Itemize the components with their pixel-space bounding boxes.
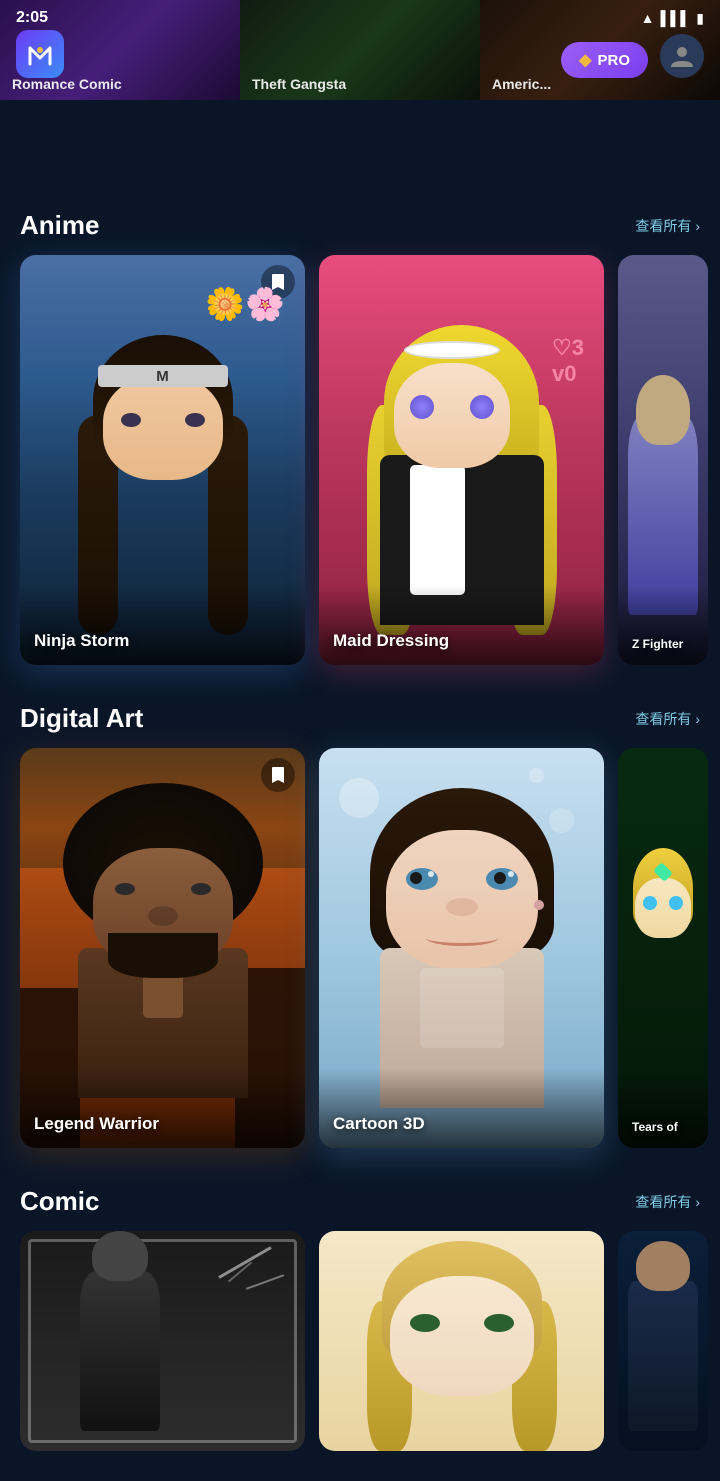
tears-of-label: Tears of	[632, 1120, 678, 1134]
warrior-character	[63, 798, 263, 1098]
anime-chevron-icon: ›	[695, 218, 700, 234]
comic-cards-row	[20, 1231, 700, 1461]
digital-art-chevron-icon: ›	[695, 711, 700, 727]
comic-title: Comic	[20, 1186, 99, 1217]
card-comic-1[interactable]	[20, 1231, 305, 1451]
status-bar: 2:05 ▲ ▌▌▌ ▮	[0, 0, 720, 36]
anime-section-header: Anime 查看所有 ›	[20, 190, 700, 255]
card-z-fighter[interactable]: Z Fighter	[618, 255, 708, 665]
signal-icon: ▌▌▌	[661, 10, 691, 26]
comic-view-all-label: 查看所有	[635, 1192, 691, 1212]
maid-character	[372, 325, 552, 625]
main-content: Anime 查看所有 › M	[0, 190, 720, 1461]
cartoon-3d-label: Cartoon 3D	[333, 1114, 425, 1134]
profile-avatar[interactable]	[660, 34, 704, 78]
ninja-character: M	[78, 335, 248, 615]
digital-art-title: Digital Art	[20, 703, 143, 734]
anime-cards-row: M 🌼🌸 Ninja Storm	[20, 255, 700, 675]
maid-dressing-label: Maid Dressing	[333, 631, 449, 651]
comic-section-header: Comic 查看所有 ›	[20, 1166, 700, 1231]
app-logo[interactable]	[16, 30, 64, 78]
card-cartoon-3d[interactable]: Cartoon 3D	[319, 748, 604, 1148]
z-fighter-label: Z Fighter	[632, 637, 683, 651]
digital-art-section: Digital Art 查看所有 ›	[0, 683, 720, 1158]
status-icons: ▲ ▌▌▌ ▮	[641, 10, 704, 27]
wifi-icon: ▲	[641, 10, 655, 26]
card-ninja-storm[interactable]: M 🌼🌸 Ninja Storm	[20, 255, 305, 665]
ninja-storm-label: Ninja Storm	[34, 631, 129, 651]
digital-art-view-all[interactable]: 查看所有 ›	[635, 709, 700, 729]
card-comic-3[interactable]	[618, 1231, 708, 1451]
battery-icon: ▮	[696, 10, 704, 27]
anime-section: Anime 查看所有 › M	[0, 190, 720, 675]
digital-art-section-header: Digital Art 查看所有 ›	[20, 683, 700, 748]
comic-chevron-icon: ›	[695, 1194, 700, 1210]
digital-art-view-all-label: 查看所有	[635, 709, 691, 729]
anime-view-all-label: 查看所有	[635, 216, 691, 236]
card-tears-of[interactable]: Tears of	[618, 748, 708, 1148]
pro-badge[interactable]: ◆ PRO	[561, 42, 648, 78]
comic-view-all[interactable]: 查看所有 ›	[635, 1192, 700, 1212]
flower-decoration: 🌼🌸	[205, 285, 285, 323]
cartoon-character	[362, 788, 562, 1108]
card-maid-dressing[interactable]: ♡3v0 Maid Dressing	[319, 255, 604, 665]
anime-title: Anime	[20, 210, 99, 241]
card-legend-warrior[interactable]: Legend Warrior	[20, 748, 305, 1148]
comic-section: Comic 查看所有 ›	[0, 1166, 720, 1461]
anime-view-all[interactable]: 查看所有 ›	[635, 216, 700, 236]
bookmark-warrior[interactable]	[261, 758, 295, 792]
digital-art-cards-row: Legend Warrior	[20, 748, 700, 1158]
pro-diamond-icon: ◆	[579, 50, 591, 70]
status-time: 2:05	[16, 9, 48, 27]
legend-warrior-label: Legend Warrior	[34, 1114, 159, 1134]
card-comic-2[interactable]	[319, 1231, 604, 1451]
pro-label: PRO	[597, 52, 630, 69]
